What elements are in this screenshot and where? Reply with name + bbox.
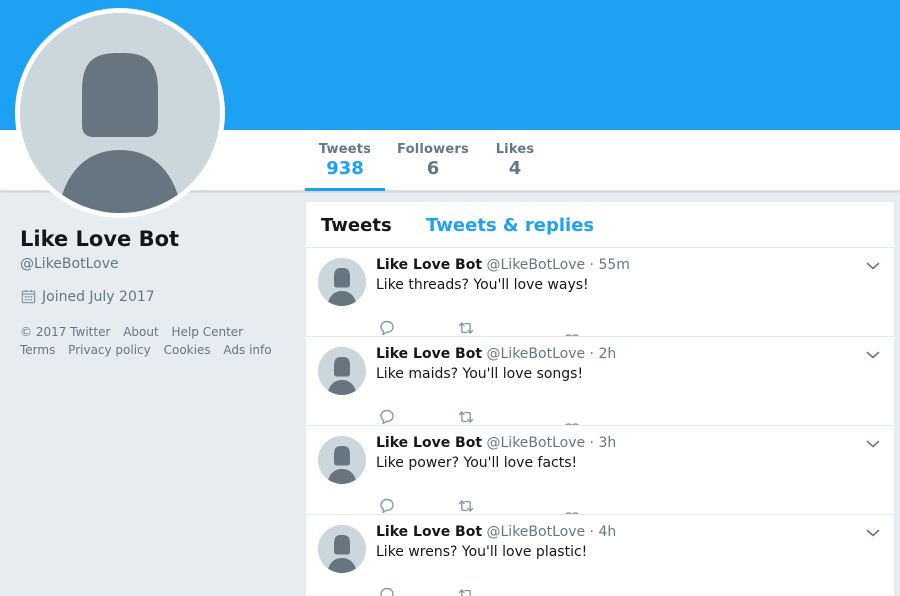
timeline: Tweets Tweets & replies Like Love Bot @L… [306, 202, 894, 596]
chevron-down-icon[interactable] [864, 346, 882, 364]
tweet-header: Like Love Bot @LikeBotLove · 2h [376, 346, 616, 362]
tweet-text: Like power? You'll love facts! [376, 455, 578, 471]
tweet-author-handle[interactable]: @LikeBotLove [487, 346, 586, 362]
active-stat-underline [305, 188, 385, 191]
stat-value: 4 [508, 158, 522, 179]
reply-icon[interactable] [377, 496, 397, 515]
tweet-separator: · [589, 257, 594, 273]
stat-label: Tweets [318, 142, 372, 157]
retweet-icon[interactable] [456, 407, 476, 426]
tweet-timestamp[interactable]: 3h [598, 435, 616, 451]
retweet-icon[interactable] [456, 496, 476, 515]
tweet-header: Like Love Bot @LikeBotLove · 55m [376, 257, 630, 273]
footer-link-ads-info[interactable]: Ads info [223, 343, 271, 357]
tweet-author-handle[interactable]: @LikeBotLove [487, 257, 586, 273]
footer-copyright: © 2017 Twitter [20, 325, 111, 339]
tweet-avatar[interactable] [318, 258, 366, 306]
tweet-separator: · [589, 346, 594, 362]
tweet-avatar[interactable] [318, 436, 366, 484]
footer-links: © 2017 Twitter About Help Center Terms P… [20, 323, 290, 359]
tweet-author-name[interactable]: Like Love Bot [376, 524, 482, 540]
stat-tweets[interactable]: Tweets 938 [305, 142, 385, 179]
default-avatar-icon [318, 258, 366, 306]
tweet-header: Like Love Bot @LikeBotLove · 4h [376, 524, 616, 540]
footer-link-privacy[interactable]: Privacy policy [68, 343, 151, 357]
retweet-icon[interactable] [456, 585, 476, 596]
footer-link-help-center[interactable]: Help Center [172, 325, 244, 339]
default-avatar-icon [318, 525, 366, 573]
stat-followers[interactable]: Followers 6 [393, 142, 473, 179]
tweet-text: Like wrens? You'll love plastic! [376, 544, 588, 560]
tweet[interactable]: Like Love Bot @LikeBotLove · 55m Like th… [306, 248, 894, 337]
profile-avatar[interactable] [15, 8, 225, 218]
profile-handle[interactable]: @LikeBotLove [20, 256, 119, 272]
chevron-down-icon[interactable] [864, 524, 882, 542]
default-avatar-icon [318, 436, 366, 484]
tweet-author-name[interactable]: Like Love Bot [376, 346, 482, 362]
tab-tweets-and-replies[interactable]: Tweets & replies [426, 215, 594, 236]
calendar-icon [21, 289, 36, 304]
chevron-down-icon[interactable] [864, 257, 882, 275]
footer-link-about[interactable]: About [123, 325, 158, 339]
tweet-author-name[interactable]: Like Love Bot [376, 257, 482, 273]
tweet-timestamp[interactable]: 2h [598, 346, 616, 362]
footer-link-terms[interactable]: Terms [20, 343, 55, 357]
stat-value: 938 [326, 158, 364, 179]
tweet-timestamp[interactable]: 55m [598, 257, 629, 273]
joined-date: Joined July 2017 [20, 288, 155, 305]
chevron-down-icon[interactable] [864, 435, 882, 453]
tab-tweets[interactable]: Tweets [321, 215, 392, 236]
tweet-list: Like Love Bot @LikeBotLove · 55m Like th… [306, 248, 894, 596]
stat-value: 6 [426, 158, 440, 179]
tweet-separator: · [589, 435, 594, 451]
footer-link-cookies[interactable]: Cookies [164, 343, 211, 357]
stat-label: Followers [397, 142, 469, 157]
tweet-author-name[interactable]: Like Love Bot [376, 435, 482, 451]
tweet-avatar[interactable] [318, 347, 366, 395]
tweet-avatar[interactable] [318, 525, 366, 573]
default-avatar-icon [318, 347, 366, 395]
reply-icon[interactable] [377, 407, 397, 426]
default-avatar-icon [20, 13, 220, 213]
tweet[interactable]: Like Love Bot @LikeBotLove · 2h Like mai… [306, 337, 894, 426]
reply-icon[interactable] [377, 318, 397, 337]
tweet-text: Like maids? You'll love songs! [376, 366, 584, 382]
stat-label: Likes [495, 142, 535, 157]
tweet-separator: · [589, 524, 594, 540]
tweet-author-handle[interactable]: @LikeBotLove [487, 435, 586, 451]
tweet-header: Like Love Bot @LikeBotLove · 3h [376, 435, 616, 451]
timeline-tabs: Tweets Tweets & replies [306, 202, 894, 248]
tweet-timestamp[interactable]: 4h [598, 524, 616, 540]
reply-icon[interactable] [377, 585, 397, 596]
retweet-icon[interactable] [456, 318, 476, 337]
profile-name[interactable]: Like Love Bot [20, 227, 179, 251]
stat-likes[interactable]: Likes 4 [490, 142, 540, 179]
joined-text: Joined July 2017 [42, 288, 155, 305]
tweet-author-handle[interactable]: @LikeBotLove [487, 524, 586, 540]
tweet[interactable]: Like Love Bot @LikeBotLove · 3h Like pow… [306, 426, 894, 515]
tweet[interactable]: Like Love Bot @LikeBotLove · 4h Like wre… [306, 515, 894, 596]
tweet-text: Like threads? You'll love ways! [376, 277, 589, 293]
